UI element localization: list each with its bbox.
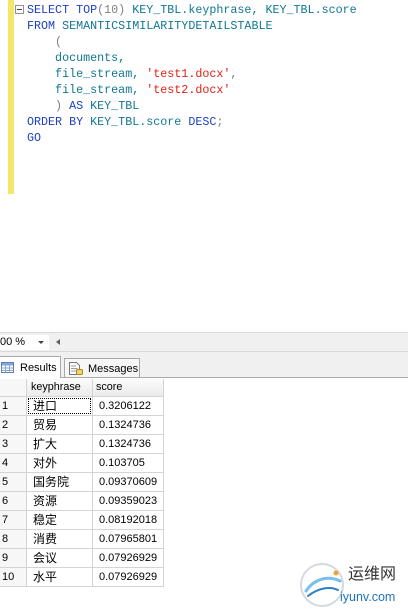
row-number-cell[interactable]: 2 — [0, 416, 27, 435]
keyphrase-cell[interactable]: 国务院 — [27, 473, 93, 492]
results-grid[interactable]: keyphrase score 1 进口 0.3206122 2 贸易 0.1324736… — [0, 379, 164, 587]
code-line: ) AS KEY_TBL — [27, 98, 357, 114]
keyphrase-cell[interactable]: 贸易 — [27, 416, 93, 435]
keyphrase-cell[interactable]: 资源 — [27, 492, 93, 511]
watermark-name: 运维网 — [348, 564, 397, 583]
keyphrase-cell[interactable]: 进口 — [27, 397, 93, 416]
result-row[interactable]: 9 会议 0.07926929 — [0, 549, 164, 568]
row-number-cell[interactable]: 4 — [0, 454, 27, 473]
grid-header-row: keyphrase score — [0, 379, 164, 397]
code-token: ) — [27, 99, 70, 113]
result-row[interactable]: 7 稳定 0.08192018 — [0, 511, 164, 530]
row-number-cell[interactable]: 6 — [0, 492, 27, 511]
grid-body: 1 进口 0.3206122 2 贸易 0.1324736 3 扩大 0.1324736 4 对外 0… — [0, 397, 164, 587]
code-token: SEMANTICSIMILARITYDETAILSTABLE — [55, 19, 273, 33]
code-token: GO — [27, 131, 42, 145]
change-tracking-margin — [8, 0, 14, 194]
code-line: documents, — [27, 50, 357, 66]
tab-messages-label: Messages — [88, 363, 139, 375]
code-line: ORDER BY KEY_TBL.score DESC; — [27, 114, 357, 130]
code-line: ( — [27, 34, 357, 50]
code-token: ; — [216, 115, 224, 129]
code-token: ( — [27, 35, 63, 49]
result-row[interactable]: 4 对外 0.103705 — [0, 454, 164, 473]
collapse-minus-icon[interactable] — [15, 5, 24, 14]
tab-messages[interactable]: Messages — [64, 358, 140, 377]
code-line: file_stream, 'test2.docx' — [27, 82, 357, 98]
row-number-cell[interactable]: 7 — [0, 511, 27, 530]
tab-results[interactable]: Results — [0, 356, 61, 378]
code-line: FROM SEMANTICSIMILARITYDETAILSTABLE — [27, 18, 357, 34]
score-cell[interactable]: 0.3206122 — [93, 397, 164, 416]
results-tabs: Results Messages — [0, 352, 408, 378]
score-cell[interactable]: 0.07926929 — [93, 568, 164, 587]
result-row[interactable]: 1 进口 0.3206122 — [0, 397, 164, 416]
code-token: FROM — [27, 19, 56, 33]
code-token: file_stream, — [27, 67, 147, 81]
code-line: GO — [27, 130, 357, 146]
keyphrase-cell[interactable]: 消费 — [27, 530, 93, 549]
zoom-value: 00 % — [0, 336, 26, 348]
keyphrase-cell[interactable]: 对外 — [27, 454, 93, 473]
result-row[interactable]: 6 资源 0.09359023 — [0, 492, 164, 511]
query-editor[interactable]: SELECT TOP(10) KEY_TBL.keyphrase, KEY_TB… — [0, 0, 408, 332]
score-cell[interactable]: 0.08192018 — [93, 511, 164, 530]
code-token: KEY_TBL.keyphrase, KEY_TBL.score — [125, 3, 357, 17]
score-cell[interactable]: 0.103705 — [93, 454, 164, 473]
code-token: file_stream, — [27, 83, 147, 97]
sql-code[interactable]: SELECT TOP(10) KEY_TBL.keyphrase, KEY_TB… — [27, 2, 357, 146]
row-number-cell[interactable]: 9 — [0, 549, 27, 568]
code-token: documents, — [27, 51, 126, 65]
column-header-keyphrase[interactable]: keyphrase — [27, 379, 93, 397]
row-number-cell[interactable]: 10 — [0, 568, 27, 587]
code-line: SELECT TOP(10) KEY_TBL.keyphrase, KEY_TB… — [27, 2, 357, 18]
chevron-down-icon[interactable] — [38, 341, 44, 344]
keyphrase-cell[interactable]: 扩大 — [27, 435, 93, 454]
score-cell[interactable]: 0.07926929 — [93, 549, 164, 568]
row-number-cell[interactable]: 8 — [0, 530, 27, 549]
result-row[interactable]: 2 贸易 0.1324736 — [0, 416, 164, 435]
zoom-dropdown[interactable]: 00 % — [0, 335, 49, 350]
code-token: (10) — [97, 3, 126, 17]
code-line: file_stream, 'test1.docx', — [27, 66, 357, 82]
code-token: 'test2.docx' — [146, 83, 231, 97]
score-cell[interactable]: 0.09359023 — [93, 492, 164, 511]
editor-status-strip: 00 % — [0, 332, 408, 352]
keyphrase-cell[interactable]: 稳定 — [27, 511, 93, 530]
row-number-cell[interactable]: 3 — [0, 435, 27, 454]
score-cell[interactable]: 0.1324736 — [93, 416, 164, 435]
code-token: SELECT TOP — [27, 3, 98, 17]
result-row[interactable]: 3 扩大 0.1324736 — [0, 435, 164, 454]
messages-icon — [69, 362, 83, 375]
column-header-score[interactable]: score — [93, 379, 164, 397]
tab-results-label: Results — [20, 362, 57, 374]
code-token: DESC — [188, 115, 217, 129]
site-logo-icon — [300, 563, 344, 607]
horizontal-scrollbar[interactable] — [50, 335, 408, 350]
score-cell[interactable]: 0.1324736 — [93, 435, 164, 454]
row-number-cell[interactable]: 5 — [0, 473, 27, 492]
score-cell[interactable]: 0.09370609 — [93, 473, 164, 492]
code-token: KEY_TBL.score — [83, 115, 189, 129]
code-token: 'test1.docx' — [146, 67, 231, 81]
watermark-domain: iyunv.com — [340, 590, 396, 604]
row-number-cell[interactable]: 1 — [0, 397, 27, 416]
grid-icon — [1, 362, 14, 373]
code-token: AS — [69, 99, 84, 113]
row-header-corner[interactable] — [0, 379, 27, 397]
result-row[interactable]: 8 消费 0.07965801 — [0, 530, 164, 549]
score-cell[interactable]: 0.07965801 — [93, 530, 164, 549]
site-watermark: 运维网 iyunv.com — [298, 557, 408, 611]
keyphrase-cell[interactable]: 水平 — [27, 568, 93, 587]
scroll-left-icon[interactable] — [56, 339, 60, 345]
code-token: , — [230, 67, 238, 81]
result-row[interactable]: 5 国务院 0.09370609 — [0, 473, 164, 492]
keyphrase-cell[interactable]: 会议 — [27, 549, 93, 568]
code-token: ORDER BY — [27, 115, 84, 129]
code-token: KEY_TBL — [83, 99, 140, 113]
result-row[interactable]: 10 水平 0.07926929 — [0, 568, 164, 587]
